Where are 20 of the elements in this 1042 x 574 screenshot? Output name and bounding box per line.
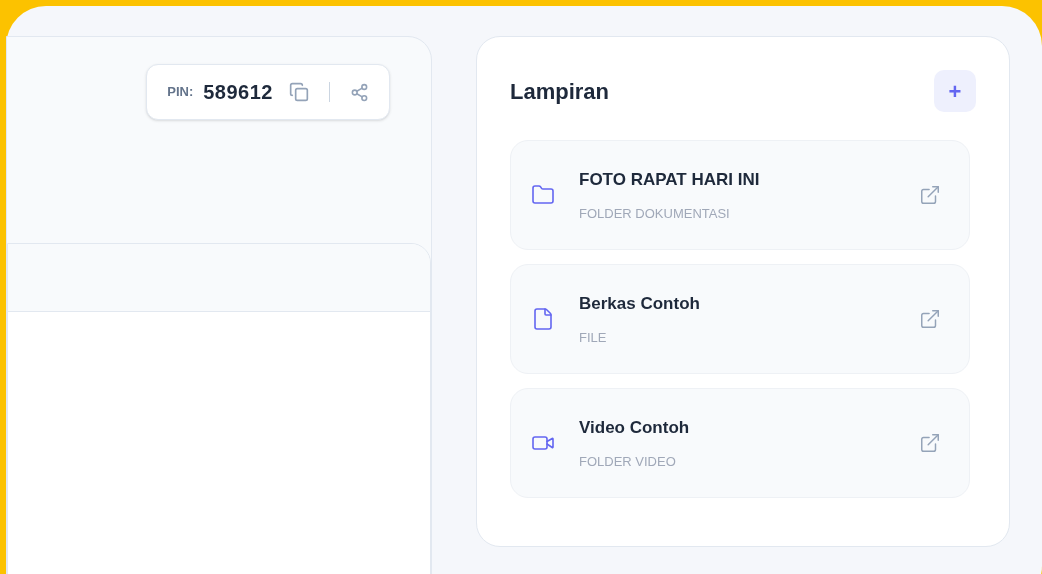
attachment-type: FOLDER DOKUMENTASI	[579, 205, 731, 223]
attachment-title: Berkas Contoh	[579, 292, 701, 315]
attachment-title: FOTO RAPAT HARI INI	[579, 168, 761, 191]
folder-icon	[531, 183, 555, 207]
attachment-item[interactable]: FOTO RAPAT HARI INI FOLDER DOKUMENTASI	[510, 140, 970, 250]
attachments-title: Lampiran	[510, 77, 610, 106]
external-link-icon[interactable]	[919, 308, 941, 330]
attachment-type: FILE	[579, 329, 608, 347]
external-link-icon[interactable]	[919, 432, 941, 454]
copy-button[interactable]	[289, 82, 309, 102]
attachment-item[interactable]: Berkas Contoh FILE	[510, 264, 970, 374]
attachment-item[interactable]: Video Contoh FOLDER VIDEO	[510, 388, 970, 498]
external-link-icon[interactable]	[919, 184, 941, 206]
attachment-type: FOLDER VIDEO	[579, 453, 677, 471]
pin-label: PIN:	[167, 83, 194, 102]
add-button[interactable]: +	[934, 70, 976, 112]
attachment-title: Video Contoh	[579, 416, 691, 439]
pin-value: 589612	[203, 80, 273, 105]
share-button[interactable]	[350, 82, 369, 102]
file-icon	[531, 307, 555, 331]
